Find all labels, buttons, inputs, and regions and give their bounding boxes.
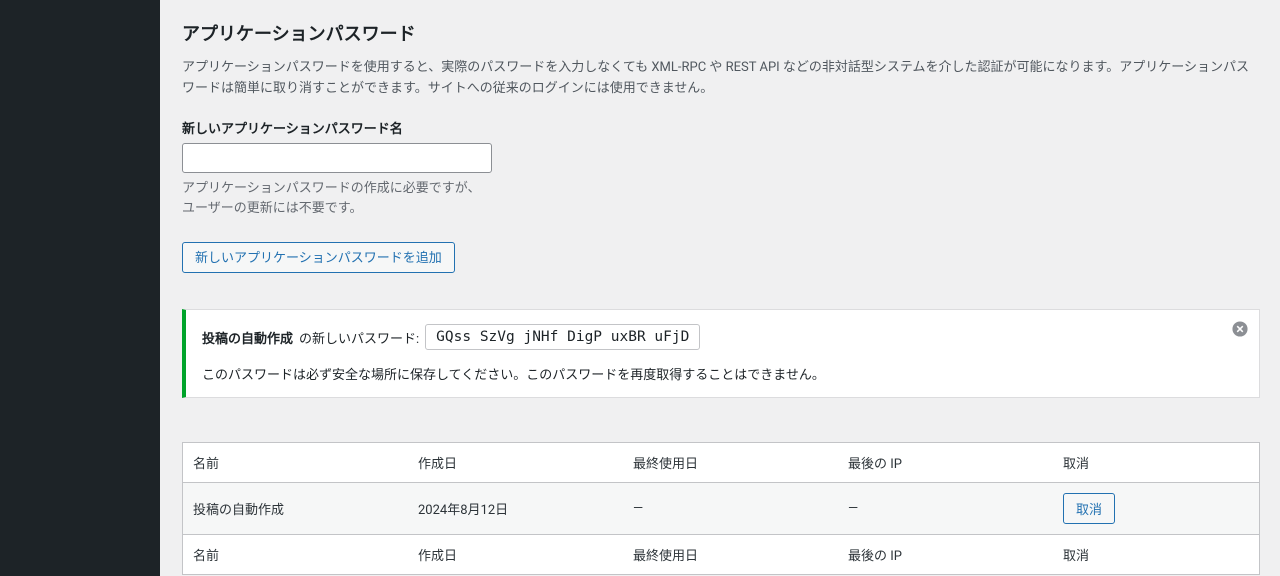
cell-last-used: — xyxy=(623,483,838,535)
new-password-notice: 投稿の自動作成 の新しいパスワード: GQss SzVg jNHf DigP u… xyxy=(182,309,1260,398)
col-header-revoke: 取消 xyxy=(1053,443,1259,483)
cell-revoke: 取消 xyxy=(1053,483,1259,535)
col-footer-last-used: 最終使用日 xyxy=(623,535,838,575)
col-header-last-used: 最終使用日 xyxy=(623,443,838,483)
app-password-name-input[interactable] xyxy=(182,143,492,173)
section-description: アプリケーションパスワードを使用すると、実際のパスワードを入力しなくても XML… xyxy=(182,58,1260,100)
generated-password: GQss SzVg jNHf DigP uxBR uFjD xyxy=(425,324,700,350)
admin-sidebar xyxy=(0,0,160,576)
col-header-created: 作成日 xyxy=(408,443,623,483)
close-icon[interactable] xyxy=(1231,320,1249,338)
notice-suffix: の新しいパスワード: xyxy=(299,328,419,347)
col-header-last-ip: 最後の IP xyxy=(838,443,1053,483)
table-row: 投稿の自動作成 2024年8月12日 — — 取消 xyxy=(183,483,1259,535)
section-title: アプリケーションパスワード xyxy=(182,20,1260,46)
table-footer-row: 名前 作成日 最終使用日 最後の IP 取消 xyxy=(183,535,1259,575)
col-header-name: 名前 xyxy=(183,443,408,483)
app-password-name-label: 新しいアプリケーションパスワード名 xyxy=(182,118,1260,137)
col-footer-created: 作成日 xyxy=(408,535,623,575)
help-line-1: アプリケーションパスワードの作成に必要ですが、 xyxy=(182,181,480,196)
cell-last-ip: — xyxy=(838,483,1053,535)
notice-warning: このパスワードは必ず安全な場所に保存してください。このパスワードを再度取得するこ… xyxy=(202,364,1215,383)
cell-created: 2024年8月12日 xyxy=(408,483,623,535)
help-line-2: ユーザーの更新には不要です。 xyxy=(182,201,362,216)
notice-app-name: 投稿の自動作成 xyxy=(202,328,293,347)
app-password-name-help: アプリケーションパスワードの作成に必要ですが、 ユーザーの更新には不要です。 xyxy=(182,179,1260,221)
main-content: アプリケーションパスワード アプリケーションパスワードを使用すると、実際のパスワ… xyxy=(160,0,1280,576)
app-passwords-table: 名前 作成日 最終使用日 最後の IP 取消 投稿の自動作成 2024年8月12… xyxy=(182,442,1260,575)
add-app-password-button[interactable]: 新しいアプリケーションパスワードを追加 xyxy=(182,242,455,273)
col-footer-name: 名前 xyxy=(183,535,408,575)
revoke-button[interactable]: 取消 xyxy=(1063,493,1115,524)
col-footer-last-ip: 最後の IP xyxy=(838,535,1053,575)
cell-name: 投稿の自動作成 xyxy=(183,483,408,535)
col-footer-revoke: 取消 xyxy=(1053,535,1259,575)
table-header-row: 名前 作成日 最終使用日 最後の IP 取消 xyxy=(183,443,1259,483)
